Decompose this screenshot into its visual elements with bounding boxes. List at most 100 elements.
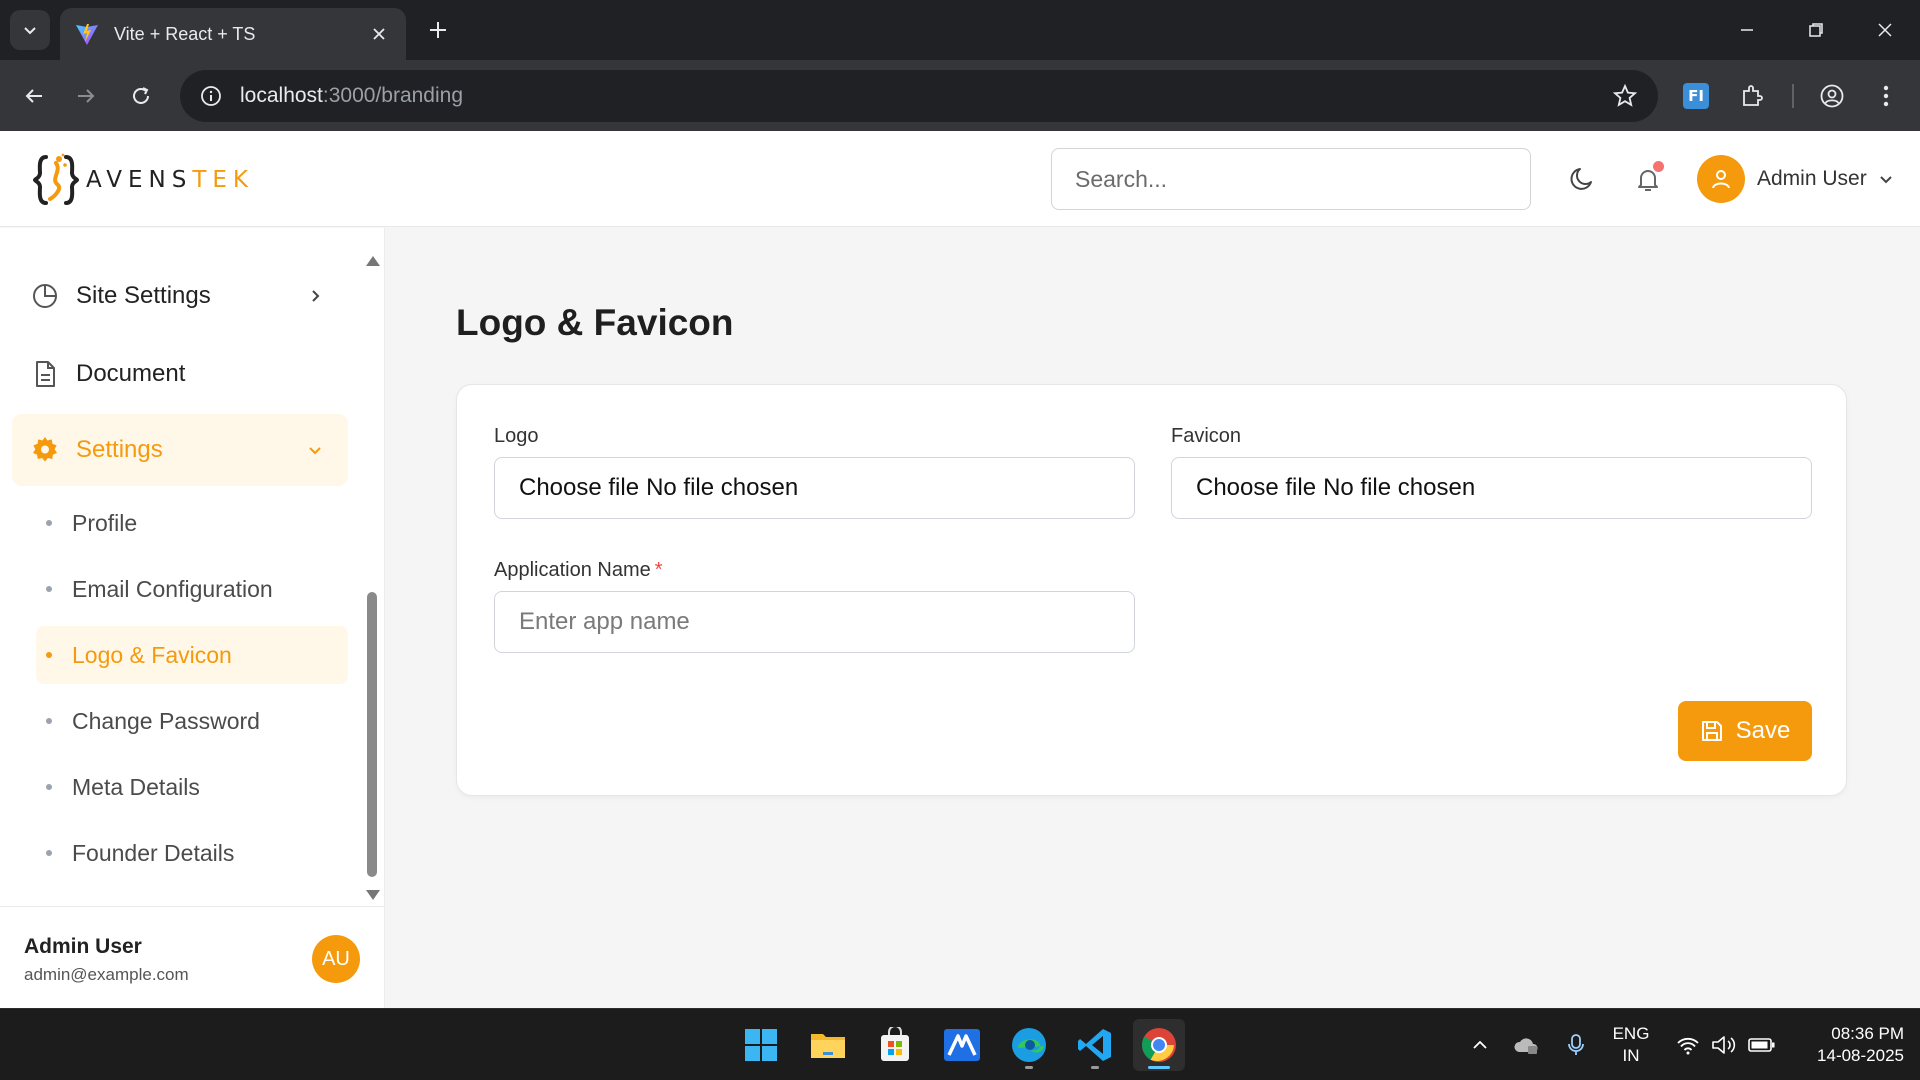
taskbar-chrome[interactable] (1133, 1019, 1185, 1071)
url-host: localhost (240, 84, 323, 107)
save-button[interactable]: Save (1678, 701, 1812, 761)
minimize-button[interactable] (1724, 10, 1770, 50)
app-header: AVENSTEK Admin User (0, 131, 1920, 227)
bullet-dot (46, 586, 52, 592)
wifi-icon (1677, 1037, 1699, 1055)
bullet-dot (46, 652, 52, 658)
favicon-file-input[interactable]: Choose file No file chosen (1171, 457, 1812, 519)
required-asterisk: * (654, 559, 663, 581)
reload-icon (133, 87, 149, 104)
sidebar-subitem-label: Meta Details (72, 773, 200, 800)
chevron-down-icon (24, 27, 36, 35)
clock-time: 08:36 PM (1831, 1024, 1904, 1043)
vite-icon (76, 24, 98, 45)
restore-icon (1809, 23, 1823, 37)
bullet-dot (46, 718, 52, 724)
more-vertical-icon (1883, 85, 1889, 107)
sidebar-subitem-change-password[interactable]: Change Password (36, 692, 348, 750)
save-icon (1701, 721, 1722, 741)
reload-button[interactable] (121, 76, 161, 116)
restore-button[interactable] (1793, 10, 1839, 50)
clock[interactable]: 08:36 PM 14-08-2025 (1782, 1023, 1904, 1067)
close-icon (1878, 23, 1892, 37)
bookmark-star-icon[interactable] (1612, 83, 1638, 109)
sidebar-subitem-founder-details[interactable]: Founder Details (36, 824, 348, 882)
user-menu[interactable]: Admin User (1697, 155, 1895, 203)
taskbar-vscode[interactable] (1069, 1019, 1121, 1071)
search-input[interactable] (1051, 148, 1531, 210)
sidebar-item-label: Settings (76, 436, 163, 463)
notification-dot (1653, 161, 1664, 172)
file-status: No file chosen (646, 474, 799, 501)
running-indicator (1025, 1066, 1033, 1069)
sidebar-subitem-label: Change Password (72, 707, 260, 734)
sidebar-item-settings[interactable]: Settings (12, 414, 348, 486)
sidebar-item-site-settings[interactable]: Site Settings (12, 260, 348, 332)
brand-name-accent: TEK (192, 167, 255, 193)
sidebar-item-label: Document (76, 360, 186, 387)
sidebar-scrollbar-thumb[interactable] (367, 592, 377, 877)
vscode-icon (1078, 1029, 1111, 1061)
tab-title: Vite + React + TS (114, 23, 256, 44)
app-name-input[interactable] (494, 591, 1135, 653)
taskbar-store[interactable] (869, 1019, 921, 1071)
tray-wifi[interactable] (1674, 1031, 1702, 1059)
brand-mark-icon (32, 153, 80, 205)
notifications-button[interactable] (1630, 161, 1666, 197)
sidebar-item-label: Site Settings (76, 282, 211, 309)
choose-file-button[interactable]: Choose file (519, 474, 639, 502)
language-indicator[interactable]: ENG IN (1608, 1023, 1654, 1067)
browser-menu-button[interactable] (1866, 76, 1906, 116)
browser-tab[interactable]: Vite + React + TS (60, 8, 406, 60)
profile-button[interactable] (1812, 76, 1852, 116)
favicon-label: Favicon (1171, 425, 1242, 447)
tab-close-button[interactable] (366, 21, 392, 47)
logo-file-input[interactable]: Choose file No file chosen (494, 457, 1135, 519)
battery-icon (1748, 1038, 1775, 1052)
start-button[interactable] (735, 1019, 787, 1071)
document-icon (30, 359, 60, 389)
sidebar-item-document[interactable]: Document (12, 338, 348, 410)
tray-onedrive[interactable] (1512, 1031, 1540, 1059)
sidebar-subitem-label: Email Configuration (72, 575, 273, 602)
taskbar-edge[interactable] (1003, 1019, 1055, 1071)
sidebar-subitem-profile[interactable]: Profile (36, 494, 348, 552)
sidebar: Site Settings Document Settings Profile … (0, 228, 385, 1008)
ma-app-icon (944, 1029, 980, 1061)
address-bar[interactable]: localhost:3000/branding (180, 70, 1658, 122)
avatar: AU (312, 935, 360, 983)
site-info-icon[interactable] (198, 83, 224, 109)
taskbar-app-ma[interactable] (936, 1019, 988, 1071)
forward-button[interactable] (66, 76, 106, 116)
tab-search-button[interactable] (10, 10, 50, 50)
edge-icon (1012, 1028, 1046, 1062)
pie-chart-icon (30, 281, 60, 311)
taskbar-file-explorer[interactable] (802, 1019, 854, 1071)
back-button[interactable] (14, 76, 54, 116)
close-icon (373, 28, 385, 40)
user-avatar (1697, 155, 1745, 203)
choose-file-button[interactable]: Choose file (1196, 474, 1316, 502)
sidebar-subitem-label: Founder Details (72, 839, 235, 866)
extensions-button[interactable] (1732, 76, 1772, 116)
extension-fi-button[interactable]: FI (1676, 76, 1716, 116)
sidebar-subitem-label: Profile (72, 509, 138, 536)
bullet-dot (46, 784, 52, 790)
chevron-down-icon (300, 435, 330, 465)
sidebar-subitem-email-configuration[interactable]: Email Configuration (36, 560, 348, 618)
brand-logo[interactable]: AVENSTEK (32, 151, 254, 209)
close-window-button[interactable] (1862, 10, 1908, 50)
scroll-up-arrow[interactable] (366, 256, 380, 266)
puzzle-icon (1743, 85, 1763, 106)
theme-toggle-button[interactable] (1564, 161, 1600, 197)
browser-toolbar: localhost:3000/branding FI (0, 60, 1920, 131)
sidebar-subitem-meta-details[interactable]: Meta Details (36, 758, 348, 816)
tray-volume[interactable] (1710, 1031, 1738, 1059)
tray-battery[interactable] (1748, 1031, 1776, 1059)
tray-microphone[interactable] (1562, 1031, 1590, 1059)
new-tab-button[interactable] (420, 12, 456, 48)
scroll-down-arrow[interactable] (366, 890, 380, 900)
sidebar-user-card[interactable]: Admin User admin@example.com AU (0, 906, 384, 1008)
sidebar-subitem-logo-favicon[interactable]: Logo & Favicon (36, 626, 348, 684)
tray-overflow-button[interactable] (1466, 1031, 1494, 1059)
